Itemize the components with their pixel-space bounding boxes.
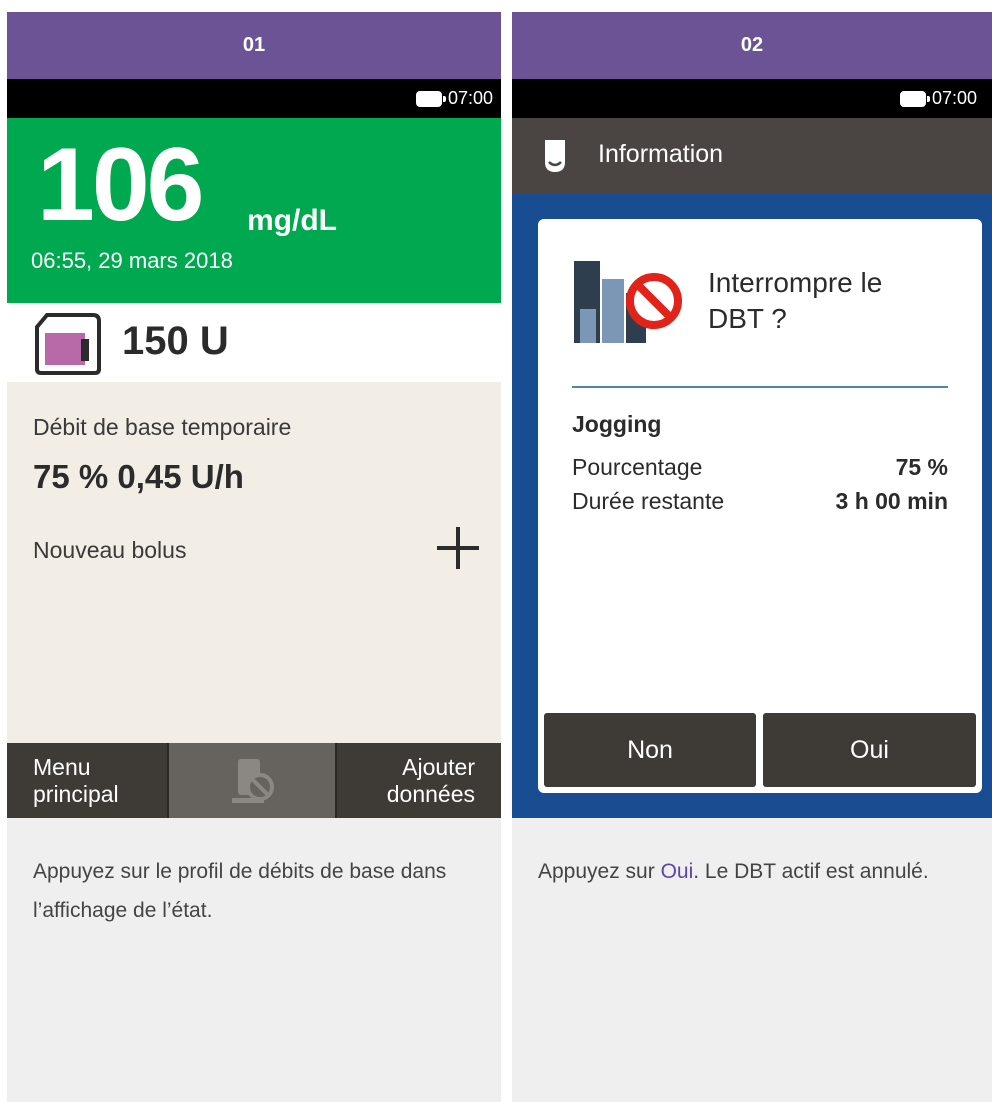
new-bolus-label[interactable]: Nouveau bolus [33,537,186,564]
step-caption: Appuyez sur le profil de débits de base … [33,860,447,922]
remaining-duration-value: 3 h 00 min [835,488,948,514]
remaining-duration-row: Durée restante 3 h 00 min [572,488,948,515]
device-screen: 07:00 106 mg/dL 06:55, 29 mars 2018 150 … [7,79,501,818]
dialog-question: Interrompre le DBT ? [708,265,882,337]
main-menu-label-line2: principal [33,780,119,807]
step-caption: Appuyez sur Oui. Le DBT actif est annulé… [512,818,992,891]
dialog-question-line2: DBT ? [708,303,787,334]
percentage-value: 75 % [895,454,948,480]
status-bar: 07:00 [512,79,992,118]
glucose-result[interactable]: 106 mg/dL 06:55, 29 mars 2018 [7,118,501,303]
dialog-backdrop: Interrompre le DBT ? Jogging Pourcentage… [512,194,992,818]
title-bar: Information [512,118,992,194]
reservoir-amount: 150 U [122,319,229,363]
pump-stop-icon [232,758,274,803]
stop-tbr-icon [574,261,682,343]
info-panel: Débit de base temporaire 75 % 0,45 U/h N… [7,382,501,743]
no-button[interactable]: Non [544,713,756,787]
clock: 07:00 [932,88,978,108]
tbr-profile-name: Jogging [572,411,662,437]
glucose-datetime: 06:55, 29 mars 2018 [31,248,233,273]
bottom-bar: Menu principal Ajouter données [7,743,501,818]
dialog-question-line1: Interrompre le [708,267,883,298]
step-number: 02 [512,12,992,79]
tbr-label[interactable]: Débit de base temporaire [33,414,291,441]
clock: 07:00 [447,88,493,108]
pump-icon [545,140,565,172]
battery-icon [415,90,446,107]
glucose-value: 106 [37,127,205,243]
device-screen: 07:00 Information Interrompre le DBT ? J… [512,79,992,818]
percentage-row: Pourcentage 75 % [572,454,948,481]
remaining-duration-label: Durée restante [572,488,725,514]
glucose-unit: mg/dL [247,204,337,237]
basal-profile-button[interactable] [169,743,335,818]
main-menu-button[interactable]: Menu principal [7,743,169,818]
battery-icon [900,90,930,107]
caption-text-before: Appuyez sur [538,860,661,883]
step-card-2: 02 07:00 Information Interrompre le DBT … [512,12,992,1102]
confirmation-dialog: Interrompre le DBT ? Jogging Pourcentage… [538,219,982,793]
add-data-button[interactable]: Ajouter données [335,743,501,818]
tbr-value[interactable]: 75 % 0,45 U/h [33,458,244,496]
percentage-label: Pourcentage [572,454,703,480]
cartridge-icon [35,313,101,375]
status-bar: 07:00 [7,79,501,118]
yes-button[interactable]: Oui [763,713,976,787]
main-menu-label-line1: Menu [33,753,91,780]
plus-icon[interactable] [437,527,479,569]
caption-text-after: . Le DBT actif est annulé. [693,860,929,883]
reservoir-status[interactable]: 150 U [7,303,501,382]
screen-title: Information [598,140,724,168]
add-data-label-line1: Ajouter [402,753,475,780]
caption-link-yes[interactable]: Oui [661,860,694,883]
add-data-label-line2: données [386,780,475,807]
divider [572,386,948,388]
step-card-1: 01 07:00 106 mg/dL 06:55, 29 mars 2018 1… [7,12,501,1102]
step-number: 01 [7,12,501,79]
